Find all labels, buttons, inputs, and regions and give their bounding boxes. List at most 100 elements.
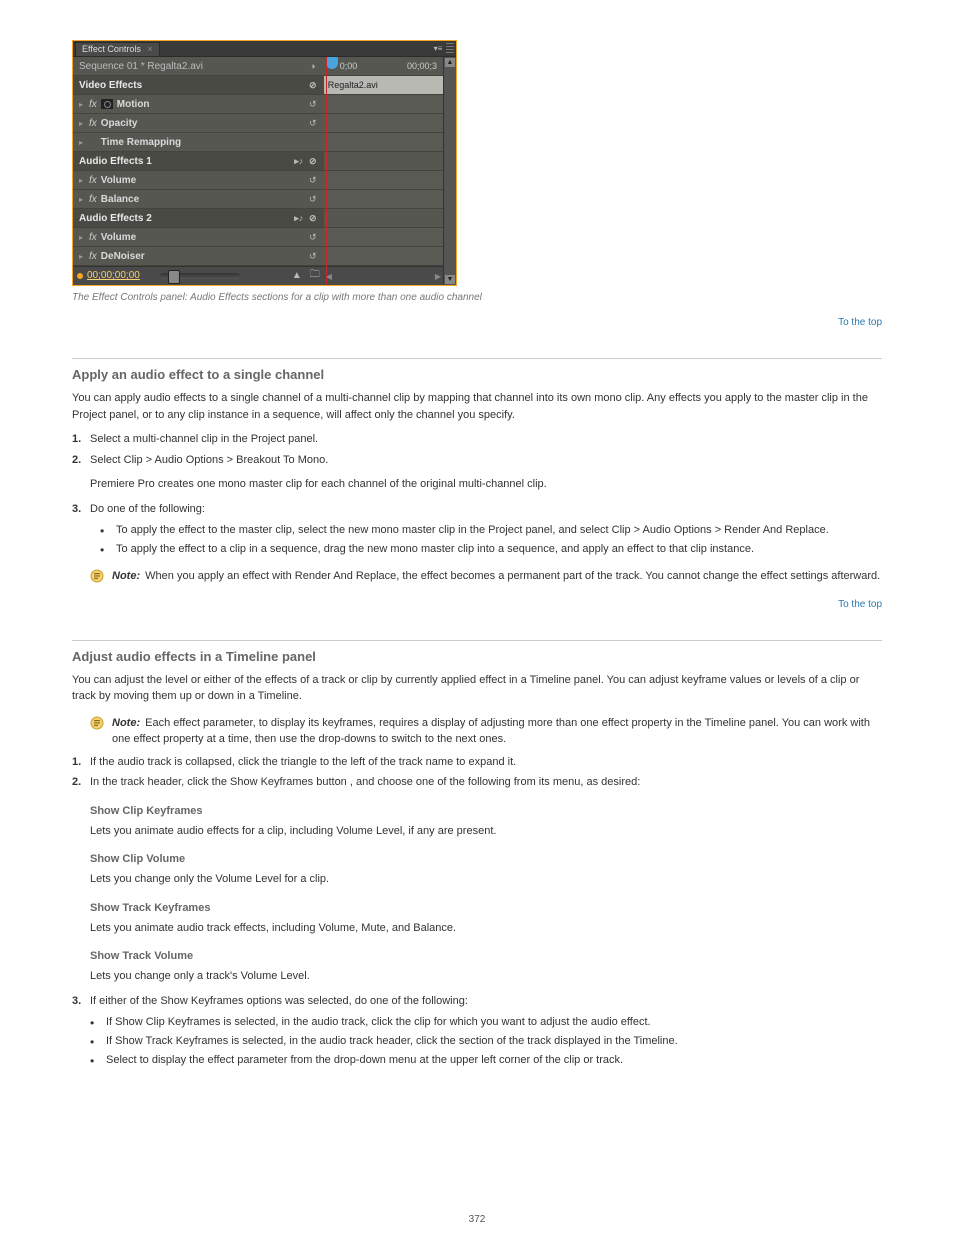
ruler-start: 0;00	[340, 57, 358, 75]
bypass-icon[interactable]: ▸♪	[292, 152, 306, 171]
reset-icon[interactable]: ↺	[306, 228, 320, 247]
timeline-row	[324, 228, 443, 247]
bullet-list: If Show Clip Keyframes is selected, in t…	[90, 1013, 882, 1069]
mountain-icon: ▲	[292, 270, 302, 281]
step-text: Do one of the following:	[90, 501, 205, 518]
reset-icon[interactable]: ↺	[306, 247, 320, 266]
section-divider	[72, 640, 882, 641]
step-text: In the track header, click the Show Keyf…	[90, 776, 640, 788]
note-label: Note:	[112, 570, 140, 582]
toggle-icon[interactable]: ⊘	[306, 152, 320, 171]
fx-icon: fx	[89, 190, 97, 209]
step-number: 1.	[72, 431, 90, 448]
toggle-icon[interactable]: ⊘	[306, 209, 320, 228]
list-item: Select to display the effect parameter f…	[90, 1051, 882, 1070]
audio-effects-1-section[interactable]: Audio Effects 1 ▸♪ ⊘	[73, 152, 324, 171]
effect-denoiser[interactable]: ▸ fx DeNoiser ↺	[73, 247, 324, 266]
body-text: Lets you animate audio effects for a cli…	[90, 823, 882, 840]
chevron-right-icon[interactable]: ▸	[79, 95, 87, 114]
chevron-right-icon[interactable]: ▸	[79, 190, 87, 209]
chevron-right-icon[interactable]: ▸	[79, 228, 87, 247]
effect-opacity[interactable]: ▸ fx Opacity ↺	[73, 114, 324, 133]
reset-icon[interactable]: ↺	[306, 95, 320, 114]
effect-label: DeNoiser	[101, 247, 306, 266]
ruler-end: 00;00;3	[407, 57, 437, 75]
step-3: 3. Do one of the following:	[72, 501, 882, 518]
toggle-icon[interactable]: ⊘	[306, 76, 320, 95]
effect-volume-2[interactable]: ▸ fx Volume ↺	[73, 228, 324, 247]
note-block: Note: When you apply an effect with Rend…	[90, 568, 882, 585]
timeline-row	[324, 95, 443, 114]
option-heading: Show Clip Keyframes	[90, 805, 882, 817]
note-icon	[90, 716, 106, 730]
timeline-ruler[interactable]: 0;00 00;00;3	[324, 57, 443, 76]
effect-controls-tab[interactable]: Effect Controls ×	[75, 42, 160, 56]
panel-footer-left: 00;00;00;00 ▲ 🗀	[73, 266, 324, 284]
fx-icon: fx	[89, 228, 97, 247]
figure-caption: The Effect Controls panel: Audio Effects…	[72, 292, 882, 303]
step-number: 2.	[72, 774, 90, 791]
to-top-link[interactable]: To the top	[72, 599, 882, 610]
timeline-row	[324, 152, 443, 171]
timecode-field[interactable]: 00;00;00;00	[87, 270, 140, 281]
body-text: Lets you change only the Volume Level fo…	[90, 871, 882, 888]
audio-effects-2-section[interactable]: Audio Effects 2 ▸♪ ⊘	[73, 209, 324, 228]
fx-icon: fx	[89, 171, 97, 190]
body-text: Lets you change only a track's Volume Le…	[90, 968, 882, 985]
collapse-icon[interactable]: ◑	[306, 57, 320, 76]
section-heading: Adjust audio effects in a Timeline panel	[72, 649, 882, 664]
camera-icon	[101, 99, 113, 109]
body-text: You can apply audio effects to a single …	[72, 390, 882, 423]
effect-balance[interactable]: ▸ fx Balance ↺	[73, 190, 324, 209]
playhead-line[interactable]	[326, 57, 327, 285]
sequence-label: Sequence 01 * Regalta2.avi	[79, 57, 306, 76]
to-top-link[interactable]: To the top	[72, 317, 882, 328]
effect-time-remapping[interactable]: ▸ fx Time Remapping	[73, 133, 324, 152]
timeline-clip[interactable]: Regalta2.avi	[324, 76, 443, 95]
note-text: Each effect parameter, to display its ke…	[112, 717, 870, 746]
zoom-slider[interactable]	[160, 273, 240, 279]
scroll-up-icon[interactable]: ▲	[445, 58, 455, 67]
chevron-right-icon[interactable]: ▸	[79, 247, 87, 266]
scroll-right-icon[interactable]: ▶	[435, 272, 441, 281]
video-effects-section[interactable]: Video Effects ⊘	[73, 76, 324, 95]
playhead-icon[interactable]	[326, 57, 338, 69]
effect-motion[interactable]: ▸ fx Motion ↺	[73, 95, 324, 114]
chevron-right-icon[interactable]: ▸	[79, 114, 87, 133]
vertical-scrollbar[interactable]: ▲ ▼	[443, 57, 456, 285]
reset-icon[interactable]: ↺	[306, 190, 320, 209]
step-text: Select a multi-channel clip in the Proje…	[90, 431, 318, 448]
effect-volume-1[interactable]: ▸ fx Volume ↺	[73, 171, 324, 190]
panel-grip-icon[interactable]	[446, 43, 454, 53]
section-label: Video Effects	[79, 76, 306, 95]
reset-icon[interactable]: ↺	[306, 171, 320, 190]
list-item: If Show Clip Keyframes is selected, in t…	[90, 1013, 882, 1032]
scroll-down-icon[interactable]: ▼	[445, 275, 455, 284]
panel-footer-right: ◀ ▶	[324, 266, 443, 285]
list-item: If Show Track Keyframes is selected, in …	[90, 1032, 882, 1051]
step-number: 2.	[72, 452, 90, 469]
folder-icon[interactable]: 🗀	[310, 267, 320, 284]
chevron-right-icon[interactable]: ▸	[79, 133, 87, 152]
section-label: Audio Effects 2	[79, 209, 292, 228]
tab-label: Effect Controls	[82, 44, 141, 54]
effect-controls-panel: Effect Controls × ▾≡ Sequence 01 * Regal…	[72, 40, 457, 286]
reset-icon[interactable]: ↺	[306, 114, 320, 133]
step-number: 3.	[72, 501, 90, 518]
list-item: To apply the effect to the master clip, …	[100, 521, 882, 540]
step-text: If the audio track is collapsed, click t…	[90, 754, 516, 771]
close-icon[interactable]: ×	[147, 44, 152, 54]
step-text: If either of the Show Keyframes options …	[90, 993, 468, 1010]
panel-menu-icon[interactable]: ▾≡	[432, 44, 444, 52]
step-1: 1. Select a multi-channel clip in the Pr…	[72, 431, 882, 448]
step-3: 3. If either of the Show Keyframes optio…	[72, 993, 882, 1010]
option-heading: Show Track Volume	[90, 950, 882, 962]
effect-label: Volume	[101, 171, 306, 190]
sequence-row: Sequence 01 * Regalta2.avi ◑	[73, 57, 324, 76]
section-heading: Apply an audio effect to a single channe…	[72, 367, 882, 382]
chevron-right-icon[interactable]: ▸	[79, 171, 87, 190]
bypass-icon[interactable]: ▸♪	[292, 209, 306, 228]
fx-icon: fx	[89, 95, 97, 114]
timeline-row	[324, 171, 443, 190]
list-item: To apply the effect to a clip in a seque…	[100, 540, 882, 559]
